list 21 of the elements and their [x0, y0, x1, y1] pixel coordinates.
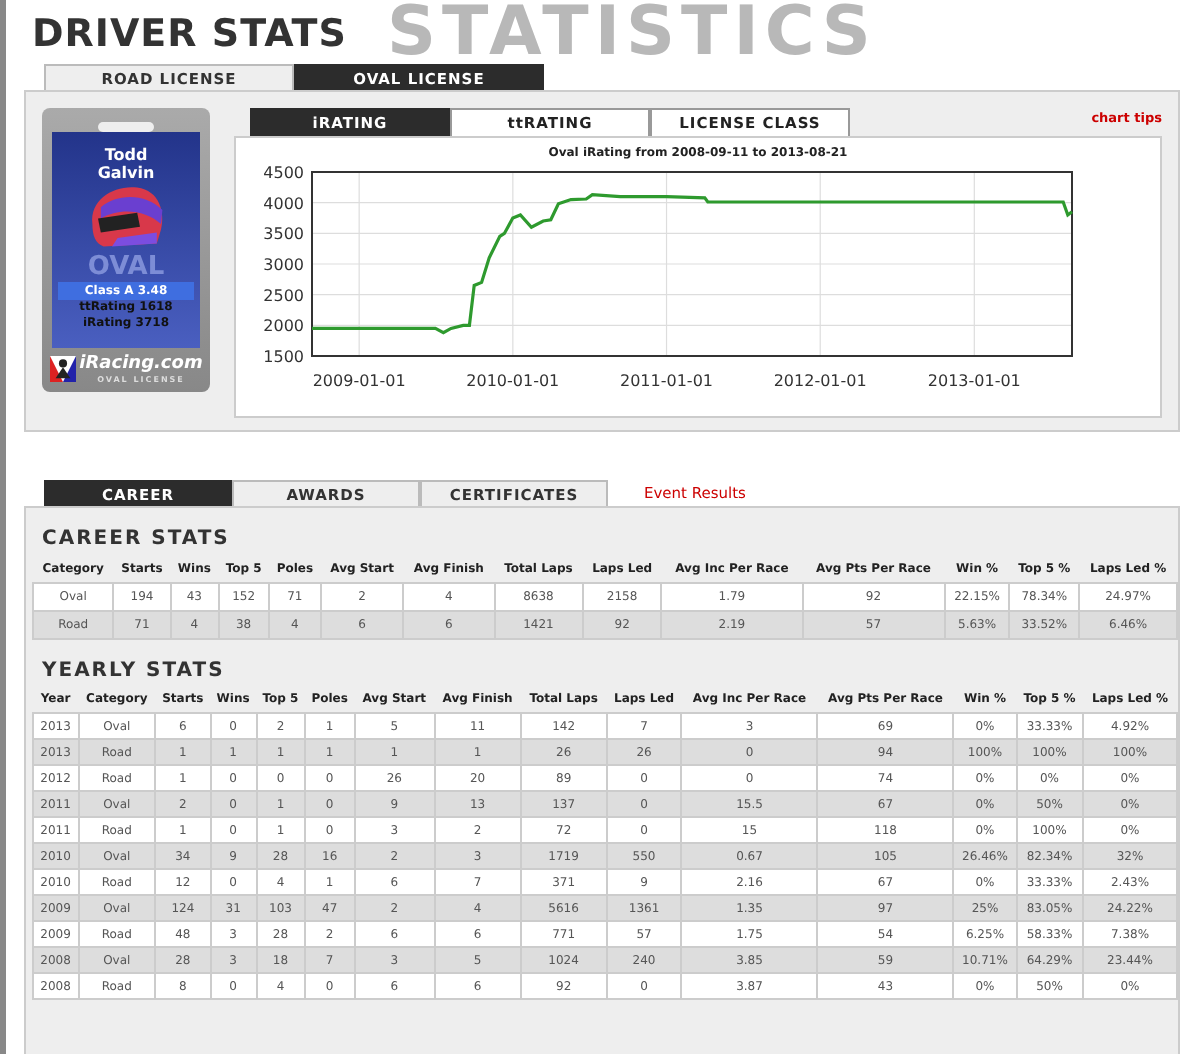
section-title: YEARLY STATS [42, 660, 227, 682]
x-tick-label: 2009-01-01 [312, 372, 406, 390]
section-title: CAREER STATS [42, 528, 232, 550]
background-title: STATISTICS [386, 0, 877, 64]
y-tick-label: 2000 [263, 317, 304, 336]
x-tick-label: 2013-01-01 [927, 372, 1021, 390]
x-tick-label: 2012-01-01 [773, 372, 867, 390]
y-tick-label: 1500 [263, 348, 304, 366]
driver-name: Todd Galvin [96, 146, 156, 182]
x-tick-label: 2011-01-01 [620, 372, 714, 390]
y-tick-label: 4500 [263, 164, 304, 182]
logo-text: iRacing.com [79, 354, 203, 374]
x-tick-label: 2010-01-01 [466, 372, 560, 390]
y-tick-label: 3500 [263, 225, 304, 244]
page-title: DRIVER STATS [32, 12, 347, 56]
card-watermark: OVAL [87, 254, 165, 280]
y-tick-label: 4000 [263, 194, 304, 213]
y-tick-label: 2500 [263, 286, 304, 305]
y-tick-label: 3000 [263, 256, 304, 274]
logo-flag-icon [49, 356, 76, 382]
card-slot-icon [98, 122, 154, 132]
